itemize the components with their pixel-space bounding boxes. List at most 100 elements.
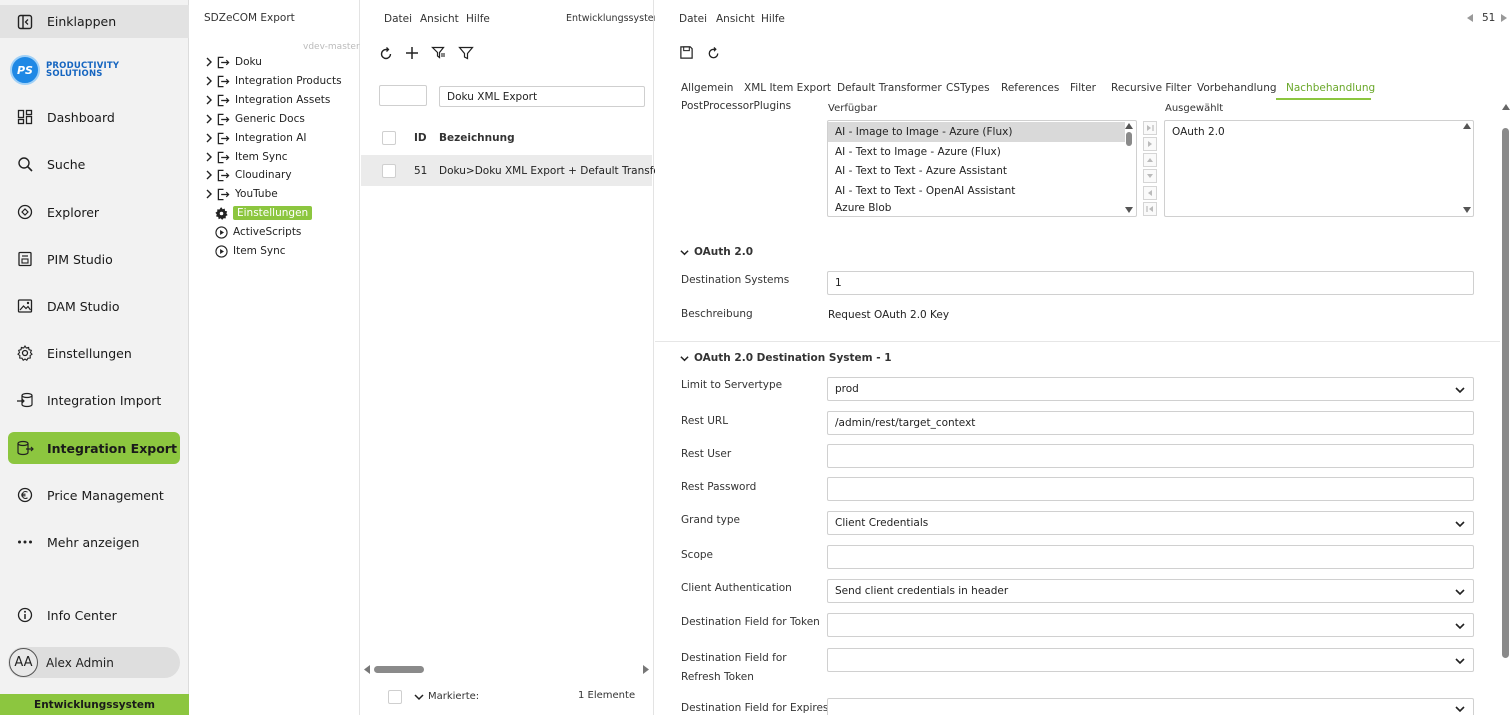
- list-item[interactable]: AI - Image to Image - Azure (Flux): [828, 122, 1125, 142]
- move-right-button[interactable]: [1143, 137, 1157, 151]
- tab-cstypes[interactable]: CSTypes: [946, 82, 990, 94]
- chevron-right-icon[interactable]: [204, 95, 214, 105]
- chevron-right-icon[interactable]: [204, 76, 214, 86]
- move-left-button[interactable]: [1143, 186, 1157, 200]
- move-all-left-button[interactable]: [1143, 202, 1157, 216]
- tab-filter[interactable]: Filter: [1070, 82, 1096, 94]
- tree-folder[interactable]: Generic Docs: [204, 110, 305, 128]
- row-checkbox[interactable]: [382, 164, 396, 178]
- servertype-select[interactable]: prod: [827, 377, 1474, 401]
- add-icon[interactable]: [404, 45, 420, 61]
- user-menu[interactable]: AA Alex Admin: [8, 647, 180, 678]
- list-menu-hilfe[interactable]: Hilfe: [466, 13, 490, 25]
- grand-type-select[interactable]: Client Credentials: [827, 511, 1474, 535]
- id-filter-input[interactable]: [379, 85, 427, 106]
- client-auth-value: Send client credentials in header: [835, 585, 1009, 597]
- chevron-right-icon[interactable]: [204, 133, 214, 143]
- rest-user-input[interactable]: [827, 444, 1474, 468]
- tree-folder[interactable]: Integration Products: [204, 72, 342, 90]
- oauth-section-header[interactable]: OAuth 2.0: [680, 246, 753, 258]
- tab-recursive-filter[interactable]: Recursive Filter: [1111, 82, 1191, 94]
- scroll-right-icon[interactable]: [642, 665, 649, 674]
- list-scrollbar-thumb[interactable]: [1126, 132, 1132, 146]
- footer-checkbox[interactable]: [388, 690, 402, 704]
- select-all-checkbox[interactable]: [382, 131, 396, 145]
- detail-menu-hilfe[interactable]: Hilfe: [761, 13, 785, 25]
- list-menu-datei[interactable]: Datei: [384, 13, 412, 25]
- tab-allgemein[interactable]: Allgemein: [681, 82, 733, 94]
- column-header-name[interactable]: Bezeichnung: [439, 132, 515, 144]
- rest-url-input[interactable]: /admin/rest/target_context: [827, 411, 1474, 435]
- tab-xml-item-export[interactable]: XML Item Export: [744, 82, 831, 94]
- filter-icon[interactable]: [458, 45, 474, 61]
- save-icon[interactable]: [679, 45, 695, 61]
- sidebar-item-dashboard[interactable]: Dashboard: [8, 101, 180, 133]
- list-item[interactable]: AI - Text to Text - Azure Assistant: [828, 161, 1125, 181]
- client-auth-select[interactable]: Send client credentials in header: [827, 579, 1474, 603]
- sidebar-item-integration-import[interactable]: Integration Import: [8, 384, 180, 416]
- prev-record-icon[interactable]: [1467, 14, 1473, 22]
- tree-folder[interactable]: YouTube: [204, 185, 278, 203]
- sidebar-item-einstellungen[interactable]: Einstellungen: [8, 337, 180, 369]
- dest-section-title: OAuth 2.0 Destination System - 1: [694, 352, 892, 364]
- refresh-icon[interactable]: [378, 46, 394, 62]
- name-filter-input[interactable]: Doku XML Export: [439, 86, 645, 107]
- sidebar-item-pim-studio[interactable]: PIM Studio: [8, 243, 180, 275]
- list-item[interactable]: AI - Text to Image - Azure (Flux): [828, 142, 1125, 162]
- filter-edit-icon[interactable]: [431, 45, 447, 61]
- scroll-left-icon[interactable]: [364, 665, 371, 674]
- sidebar-item-integration-export[interactable]: Integration Export: [8, 432, 180, 464]
- chevron-right-icon[interactable]: [204, 152, 214, 162]
- move-down-button[interactable]: [1143, 169, 1157, 183]
- column-header-id[interactable]: ID: [414, 132, 427, 144]
- scope-input[interactable]: [827, 545, 1474, 569]
- chevron-right-icon[interactable]: [204, 114, 214, 124]
- move-up-button[interactable]: [1143, 153, 1157, 167]
- tab-vorbehandlung[interactable]: Vorbehandlung: [1197, 82, 1277, 94]
- rest-password-input[interactable]: [827, 477, 1474, 501]
- tab-references[interactable]: References: [1001, 82, 1059, 94]
- list-scroll-down-icon[interactable]: [1125, 207, 1133, 213]
- tab-nachbehandlung[interactable]: Nachbehandlung: [1286, 82, 1375, 94]
- scroll-up-icon[interactable]: [1502, 104, 1510, 110]
- list-item[interactable]: OAuth 2.0: [1172, 126, 1225, 138]
- dest-systems-input[interactable]: 1: [827, 271, 1474, 295]
- tree-folder[interactable]: Doku: [204, 53, 262, 71]
- detail-menu-ansicht[interactable]: Ansicht: [716, 13, 755, 25]
- sidebar-item-price-management[interactable]: Price Management: [8, 479, 180, 511]
- tab-default-transformer[interactable]: Default Transformer: [837, 82, 942, 94]
- collapse-sidebar-button[interactable]: Einklappen: [0, 5, 189, 38]
- refresh-field-select[interactable]: [827, 648, 1474, 672]
- chevron-right-icon[interactable]: [204, 170, 214, 180]
- list-scroll-up-icon[interactable]: [1125, 123, 1133, 129]
- next-record-icon[interactable]: [1501, 14, 1507, 22]
- token-field-select[interactable]: [827, 613, 1474, 637]
- detail-menu-datei[interactable]: Datei: [679, 13, 707, 25]
- dest-section-header[interactable]: OAuth 2.0 Destination System - 1: [680, 352, 892, 364]
- vertical-scrollbar-thumb[interactable]: [1502, 128, 1509, 658]
- tree-folder[interactable]: Integration AI: [204, 129, 306, 147]
- list-item[interactable]: AI - Text to Text - OpenAI Assistant: [828, 181, 1125, 201]
- sidebar-item-mehr-anzeigen[interactable]: Mehr anzeigen: [8, 526, 180, 558]
- sidebar-item-dam-studio[interactable]: DAM Studio: [8, 290, 180, 322]
- chevron-right-icon[interactable]: [204, 57, 214, 67]
- list-item[interactable]: Azure Blob: [828, 200, 1125, 216]
- sidebar-item-info-center[interactable]: Info Center: [8, 599, 180, 631]
- sidebar-item-explorer[interactable]: Explorer: [8, 196, 180, 228]
- move-all-right-button[interactable]: [1143, 121, 1157, 135]
- reload-icon[interactable]: [706, 46, 722, 62]
- tree-item-item-sync-script[interactable]: Item Sync: [215, 242, 286, 260]
- tree-item-activescripts[interactable]: ActiveScripts: [215, 223, 301, 241]
- tree-folder[interactable]: Item Sync: [204, 148, 288, 166]
- selected-scroll-down-icon[interactable]: [1463, 207, 1471, 213]
- expires-field-select[interactable]: [827, 698, 1474, 715]
- chevron-down-icon[interactable]: [414, 692, 424, 702]
- list-menu-ansicht[interactable]: Ansicht: [420, 13, 459, 25]
- tree-item-einstellungen[interactable]: Einstellungen: [215, 204, 313, 222]
- tree-folder[interactable]: Cloudinary: [204, 166, 292, 184]
- selected-scroll-up-icon[interactable]: [1463, 123, 1471, 129]
- horizontal-scrollbar-thumb[interactable]: [374, 666, 424, 673]
- sidebar-item-suche[interactable]: Suche: [8, 148, 180, 180]
- tree-folder[interactable]: Integration Assets: [204, 91, 330, 109]
- chevron-right-icon[interactable]: [204, 189, 214, 199]
